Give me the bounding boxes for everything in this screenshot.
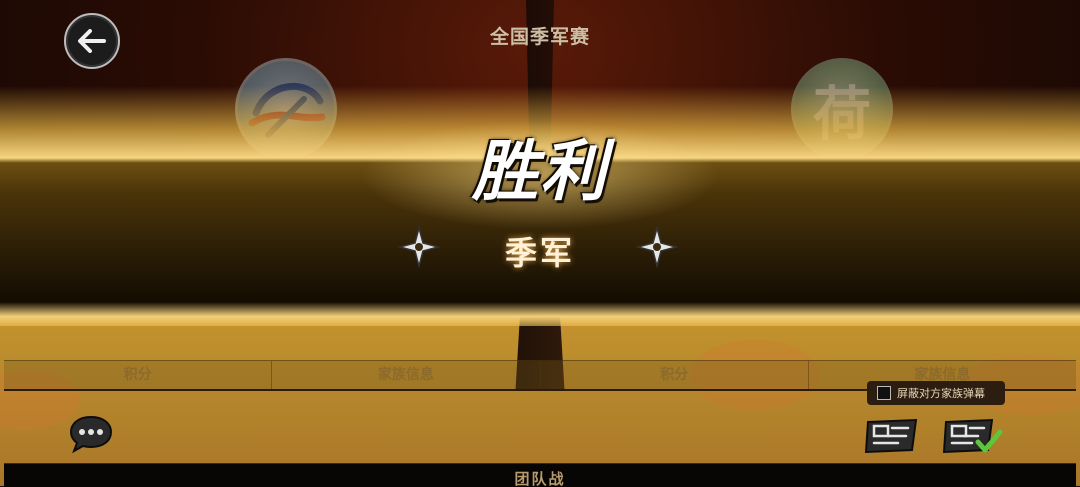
- block-danmu-toggle[interactable]: 屏蔽对方家族弹幕: [867, 381, 1005, 405]
- danmu-settings-check-icon: [942, 418, 1003, 454]
- chat-bubble-icon: [69, 415, 113, 454]
- page-title: 全国季军赛: [489, 26, 590, 48]
- tab-right-score[interactable]: 积分: [541, 361, 809, 389]
- block-danmu-label: 屏蔽对方家族弹幕: [897, 387, 985, 400]
- tab-left-score[interactable]: 积分: [4, 361, 273, 389]
- block-danmu-checkbox[interactable]: [877, 386, 891, 400]
- danmu-send-button[interactable]: [862, 414, 924, 456]
- shuriken-icon: [636, 226, 678, 268]
- danmu-settings-button[interactable]: [942, 414, 1004, 456]
- team-battle-bar[interactable]: 团队战: [4, 463, 1076, 487]
- rank-label: 季军: [504, 234, 575, 272]
- victory-title: 胜利: [472, 132, 608, 210]
- tab-left-family-info[interactable]: 家族信息: [272, 361, 541, 389]
- chat-button[interactable]: [68, 414, 114, 454]
- danmu-send-icon: [864, 418, 918, 454]
